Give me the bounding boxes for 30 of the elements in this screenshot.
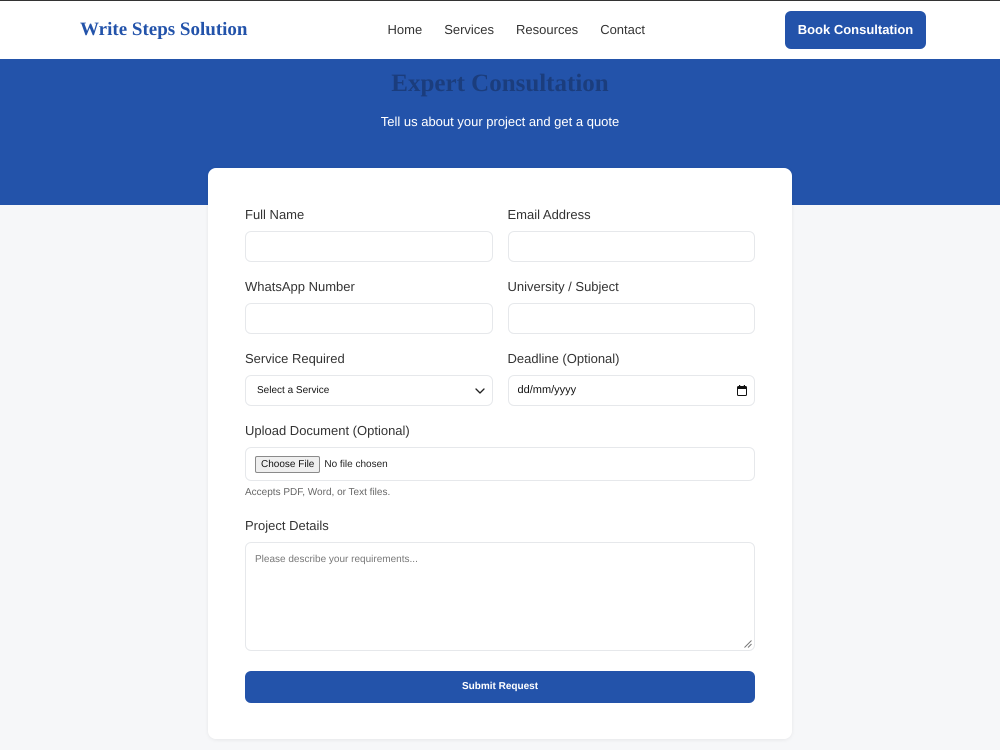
- text-input[interactable]: [508, 231, 755, 262]
- submit-button[interactable]: Submit Request: [245, 670, 755, 702]
- file-upload-field[interactable]: Choose File No file chosen: [245, 447, 755, 481]
- field-label: Email Address: [508, 207, 591, 223]
- field-label: Upload Document (Optional): [245, 423, 410, 439]
- field-label: Full Name: [245, 207, 304, 223]
- field-label: Deadline (Optional): [508, 351, 620, 367]
- resize-handle-icon[interactable]: [744, 640, 752, 648]
- select-field[interactable]: Select a Service: [245, 375, 492, 406]
- chevron-down-icon: [474, 388, 484, 394]
- file-status-text: No file chosen: [324, 458, 388, 472]
- nav-link[interactable]: Resources: [516, 20, 578, 40]
- field-label: WhatsApp Number: [245, 279, 355, 295]
- nav-link[interactable]: Contact: [600, 20, 645, 40]
- choose-file-button[interactable]: Choose File: [255, 456, 320, 472]
- help-text: Accepts PDF, Word, or Text files.: [245, 486, 390, 500]
- text-input[interactable]: [245, 303, 492, 334]
- textarea-field[interactable]: Please describe your requirements...: [245, 542, 755, 650]
- text-input[interactable]: [245, 231, 492, 262]
- date-field[interactable]: dd/mm/yyyy: [508, 375, 755, 406]
- site-logo[interactable]: Write Steps Solution: [80, 16, 248, 44]
- nav-link[interactable]: Services: [444, 20, 494, 40]
- field-label: Service Required: [245, 351, 345, 367]
- field-label: University / Subject: [508, 279, 619, 295]
- book-consultation-button[interactable]: Book Consultation: [784, 11, 926, 49]
- hero-subtitle: Tell us about your project and get a quote: [380, 113, 620, 131]
- text-input[interactable]: [508, 303, 755, 334]
- calendar-icon[interactable]: [737, 385, 747, 396]
- nav-link[interactable]: Home: [388, 20, 422, 40]
- field-label: Project Details: [245, 518, 329, 534]
